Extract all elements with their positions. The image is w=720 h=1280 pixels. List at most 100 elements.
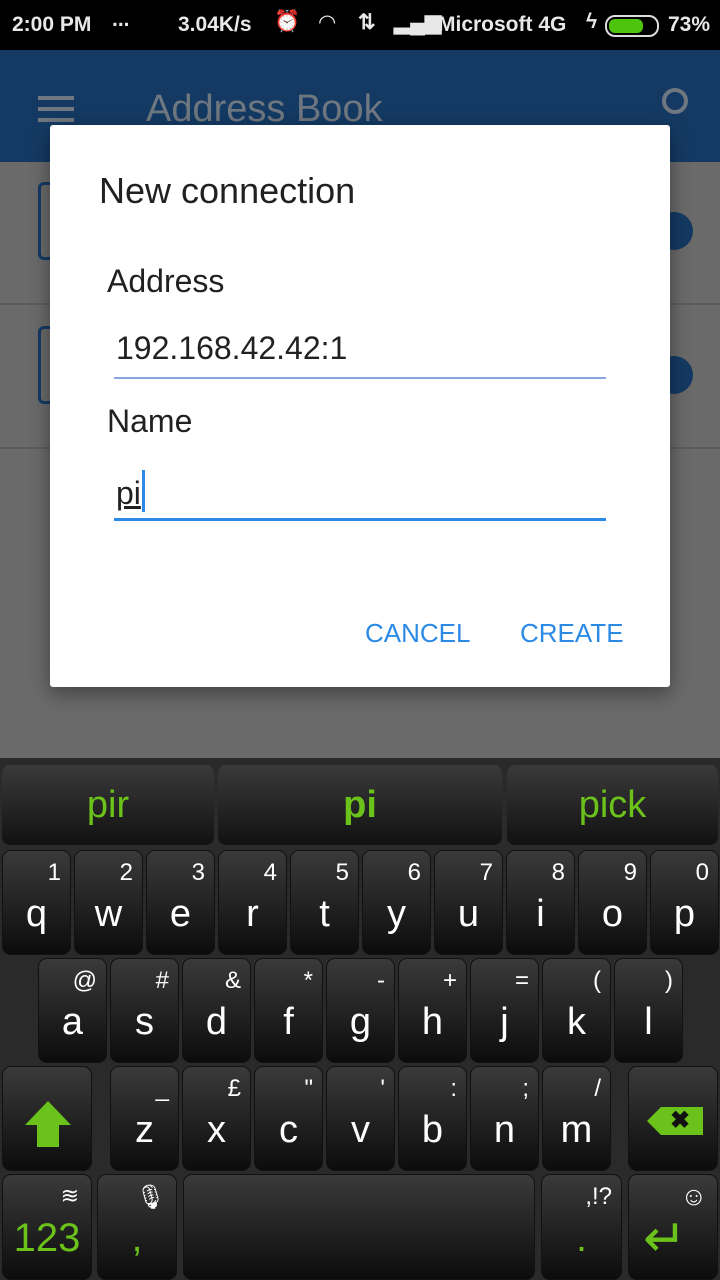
new-connection-dialog: New connection Address 192.168.42.42:1 N… xyxy=(50,125,670,687)
key-label: t xyxy=(319,893,330,935)
suggestion-text: pi xyxy=(343,784,377,826)
suggestion-text: pir xyxy=(86,784,130,826)
key-label: p xyxy=(673,893,696,935)
key-label: u xyxy=(457,893,480,935)
key-w[interactable]: w2 xyxy=(74,850,143,955)
key-alt-label: 1 xyxy=(47,859,61,886)
battery-icon xyxy=(605,15,659,37)
space-key[interactable] xyxy=(183,1174,535,1280)
key-alt-label: 5 xyxy=(335,859,349,886)
suggestion-1[interactable]: pi xyxy=(218,765,502,845)
name-input[interactable]: pi xyxy=(114,470,606,521)
key-i[interactable]: i8 xyxy=(506,850,575,955)
key-j[interactable]: j = xyxy=(470,958,539,1063)
backspace-key[interactable]: ✖ xyxy=(628,1066,718,1171)
key-label: k xyxy=(567,1001,586,1043)
key-label: a xyxy=(61,1001,84,1043)
key-alt-label: @ xyxy=(72,967,97,994)
key-z[interactable]: z _ xyxy=(110,1066,179,1171)
key-label: r xyxy=(246,893,259,935)
key-label: x xyxy=(207,1109,226,1151)
name-value: pi xyxy=(116,475,141,511)
search-icon[interactable] xyxy=(662,88,688,114)
microphone-icon: 🎙 xyxy=(135,1184,166,1211)
key-v[interactable]: v ' xyxy=(326,1066,395,1171)
key-label: g xyxy=(349,1001,372,1043)
key-s[interactable]: s # xyxy=(110,958,179,1063)
charging-icon: ϟ xyxy=(586,10,598,33)
key-alt-label: & xyxy=(224,967,241,994)
suggestion-2[interactable]: pick xyxy=(507,765,718,845)
key-g[interactable]: g- xyxy=(326,958,395,1063)
key-alt-label: / xyxy=(594,1075,601,1102)
key-alt-label: ' xyxy=(380,1075,385,1102)
key-b[interactable]: b: xyxy=(398,1066,467,1171)
key-a[interactable]: a @ xyxy=(38,958,107,1063)
key-label: n xyxy=(493,1109,516,1151)
key-alt-label: 4 xyxy=(263,859,277,886)
backspace-icon: ✖ xyxy=(647,1107,703,1135)
key-alt-label: 7 xyxy=(479,859,493,886)
key-alt-label: * xyxy=(303,967,313,994)
key-label: j xyxy=(500,1001,509,1043)
period-label: . xyxy=(576,1218,587,1260)
key-l[interactable]: l) xyxy=(614,958,683,1063)
key-label: v xyxy=(351,1109,370,1151)
key-e[interactable]: e3 xyxy=(146,850,215,955)
key-r[interactable]: r4 xyxy=(218,850,287,955)
address-input[interactable]: 192.168.42.42:1 xyxy=(114,330,606,379)
suggestion-0[interactable]: pir xyxy=(2,765,214,845)
key-k[interactable]: k( xyxy=(542,958,611,1063)
comma-key[interactable]: 🎙, xyxy=(97,1174,177,1280)
key-m[interactable]: m / xyxy=(542,1066,611,1171)
key-alt-label: 6 xyxy=(407,859,421,886)
enter-arrow-icon: ↵ xyxy=(643,1210,687,1268)
period-alt-label: ,!? xyxy=(585,1183,612,1210)
period-key[interactable]: .,!? xyxy=(541,1174,622,1280)
key-label: b xyxy=(421,1109,444,1151)
key-alt-label: 3 xyxy=(191,859,205,886)
key-label: z xyxy=(135,1109,154,1151)
key-d[interactable]: d & xyxy=(182,958,251,1063)
status-bar: 2:00 PM ... 3.04K/s ⏰ ◠ ⇅ ▂▄▆ Microsoft … xyxy=(0,0,720,50)
notification-dots: ... xyxy=(112,8,130,31)
cancel-button[interactable]: CANCEL xyxy=(365,618,470,649)
key-q[interactable]: q1 xyxy=(2,850,71,955)
key-label: m xyxy=(560,1109,593,1151)
key-h[interactable]: h + xyxy=(398,958,467,1063)
key-u[interactable]: u7 xyxy=(434,850,503,955)
enter-key[interactable]: ☺ ↵ xyxy=(628,1174,718,1280)
text-cursor xyxy=(141,470,145,512)
key-f[interactable]: f * xyxy=(254,958,323,1063)
key-alt-label: ( xyxy=(593,967,601,994)
address-label: Address xyxy=(107,263,225,299)
key-alt-label: ) xyxy=(665,967,673,994)
key-t[interactable]: t5 xyxy=(290,850,359,955)
key-alt-label: 9 xyxy=(623,859,637,886)
key-c[interactable]: c " xyxy=(254,1066,323,1171)
key-alt-label: £ xyxy=(227,1075,241,1102)
key-alt-label: : xyxy=(450,1075,457,1102)
shift-arrow-icon xyxy=(25,1101,71,1125)
key-alt-label: _ xyxy=(155,1075,169,1102)
numbers-key[interactable]: ≋ 123 xyxy=(2,1174,92,1280)
key-y[interactable]: y6 xyxy=(362,850,431,955)
key-alt-label: 8 xyxy=(551,859,565,886)
key-label: f xyxy=(283,1001,294,1043)
shift-key[interactable] xyxy=(2,1066,92,1171)
wifi-icon: ◠ xyxy=(318,11,337,34)
numbers-label: 123 xyxy=(13,1216,81,1260)
key-o[interactable]: o9 xyxy=(578,850,647,955)
name-label: Name xyxy=(107,403,193,439)
key-alt-label: + xyxy=(442,967,457,994)
key-label: w xyxy=(94,893,123,935)
comma-label: , xyxy=(131,1218,143,1260)
keyboard: pir pi pick q 1 w 2 e 3 r 4 t 5 y 6 u 7 i 8 o 9 p 0 a @ s # d & f * g - h… xyxy=(0,758,720,1280)
create-button[interactable]: CREATE xyxy=(520,618,624,649)
key-alt-label: 0 xyxy=(695,859,709,886)
signal-icon: ▂▄▆ xyxy=(394,11,442,34)
key-x[interactable]: x £ xyxy=(182,1066,251,1171)
key-label: i xyxy=(536,893,545,935)
key-n[interactable]: n; xyxy=(470,1066,539,1171)
key-p[interactable]: p0 xyxy=(650,850,719,955)
